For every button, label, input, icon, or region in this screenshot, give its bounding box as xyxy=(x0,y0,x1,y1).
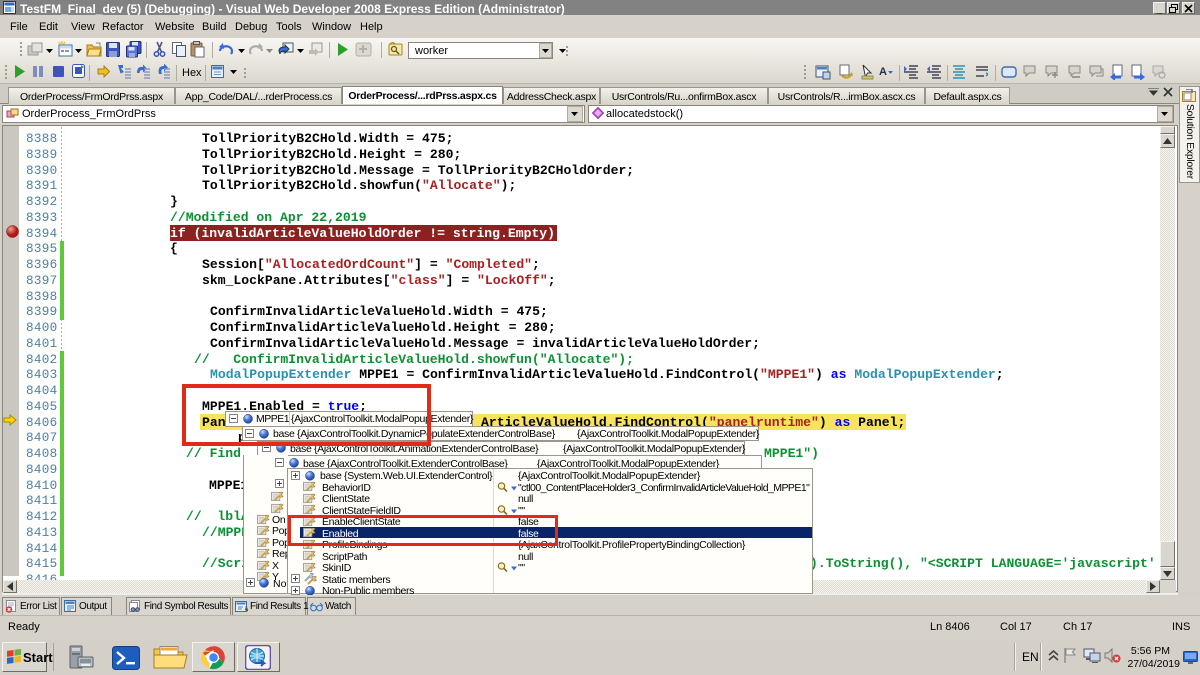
svg-text:A: A xyxy=(879,66,887,78)
